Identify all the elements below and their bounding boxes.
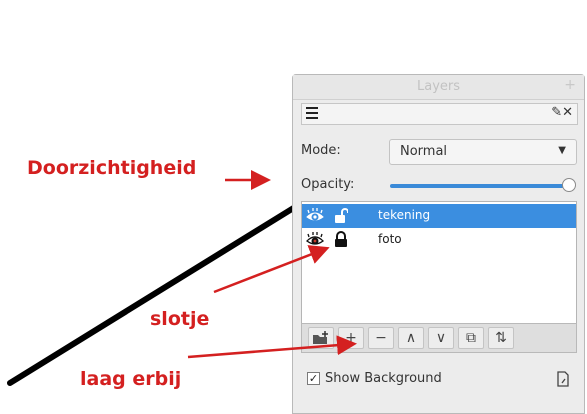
annotation-add-layer: laag erbij: [80, 368, 182, 390]
annotation-arrows: [187, 170, 357, 359]
arrow-add-layer: [187, 335, 357, 359]
screenshot-stage: Layers + ✎✕ Mode: Normal ▼ Opacity: teke…: [0, 0, 587, 414]
arrow-lock: [213, 245, 330, 294]
annotation-lock: slotje: [150, 308, 210, 330]
